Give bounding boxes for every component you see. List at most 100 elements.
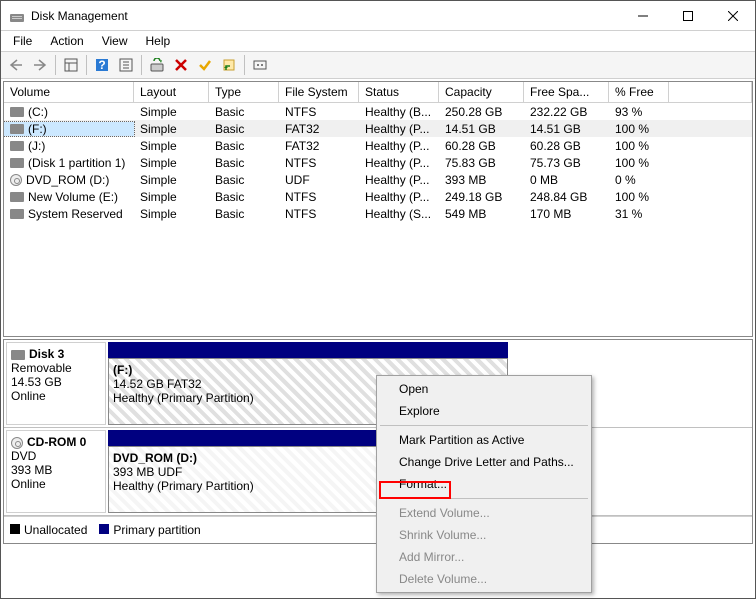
column-headers: Volume Layout Type File System Status Ca… <box>4 82 752 103</box>
help-button[interactable]: ? <box>91 54 113 76</box>
col-spacer <box>669 82 752 102</box>
volume-fs: FAT32 <box>279 122 359 136</box>
volume-free: 75.73 GB <box>524 156 609 170</box>
svg-text:?: ? <box>98 58 105 72</box>
col-type[interactable]: Type <box>209 82 279 102</box>
volume-capacity: 549 MB <box>439 207 524 221</box>
menu-item-add-mirror: Add Mirror... <box>379 546 589 568</box>
disk-state: Online <box>11 389 46 403</box>
col-status[interactable]: Status <box>359 82 439 102</box>
disk-size: 14.53 GB <box>11 375 62 389</box>
context-menu: OpenExplore Mark Partition as ActiveChang… <box>376 375 592 593</box>
volume-layout: Simple <box>134 207 209 221</box>
volume-type: Basic <box>209 173 279 187</box>
col-layout[interactable]: Layout <box>134 82 209 102</box>
show-hide-button[interactable] <box>60 54 82 76</box>
disk-kind: DVD <box>11 449 36 463</box>
volume-name: (C:) <box>28 105 48 119</box>
volume-fs: NTFS <box>279 190 359 204</box>
delete-button[interactable] <box>170 54 192 76</box>
menu-action[interactable]: Action <box>42 32 91 50</box>
menu-item-open[interactable]: Open <box>379 378 589 400</box>
rescan-button[interactable] <box>146 54 168 76</box>
disk-info[interactable]: CD-ROM 0DVD393 MBOnline <box>6 430 106 513</box>
col-volume[interactable]: Volume <box>4 82 134 102</box>
partition-size: 14.52 GB FAT32 <box>113 377 202 391</box>
volume-fs: FAT32 <box>279 139 359 153</box>
col-pctfree[interactable]: % Free <box>609 82 669 102</box>
disk-icon <box>10 158 24 168</box>
toolbar-separator <box>244 55 245 75</box>
back-button[interactable] <box>5 54 27 76</box>
volume-status: Healthy (P... <box>359 156 439 170</box>
volume-capacity: 60.28 GB <box>439 139 524 153</box>
new-button[interactable] <box>218 54 240 76</box>
volume-fs: NTFS <box>279 156 359 170</box>
volume-row[interactable]: DVD_ROM (D:)SimpleBasicUDFHealthy (P...3… <box>4 171 752 188</box>
volume-name: (F:) <box>28 122 47 136</box>
minimize-button[interactable] <box>620 1 665 31</box>
menu-item-shrink-volume: Shrink Volume... <box>379 524 589 546</box>
volume-row[interactable]: (F:)SimpleBasicFAT32Healthy (P...14.51 G… <box>4 120 752 137</box>
properties-button[interactable] <box>194 54 216 76</box>
menu-separator <box>380 498 588 499</box>
volume-row[interactable]: (C:)SimpleBasicNTFSHealthy (B...250.28 G… <box>4 103 752 120</box>
volume-free: 0 MB <box>524 173 609 187</box>
window-title: Disk Management <box>31 9 620 23</box>
menu-help[interactable]: Help <box>138 32 179 50</box>
disk-size: 393 MB <box>11 463 52 477</box>
menu-item-change-drive-letter-and-paths[interactable]: Change Drive Letter and Paths... <box>379 451 589 473</box>
disk-name: CD-ROM 0 <box>27 435 86 449</box>
partition-label: DVD_ROM (D:) <box>113 451 197 465</box>
volume-status: Healthy (P... <box>359 139 439 153</box>
volume-pct: 100 % <box>609 156 669 170</box>
menu-item-format[interactable]: Format... <box>379 473 589 495</box>
volume-name: System Reserved <box>28 207 123 221</box>
volume-type: Basic <box>209 122 279 136</box>
partition-header <box>108 342 508 358</box>
volume-row[interactable]: System ReservedSimpleBasicNTFSHealthy (S… <box>4 205 752 222</box>
disk-icon <box>10 141 24 151</box>
volume-status: Healthy (S... <box>359 207 439 221</box>
volume-capacity: 393 MB <box>439 173 524 187</box>
settings-button[interactable] <box>249 54 271 76</box>
volume-free: 170 MB <box>524 207 609 221</box>
toolbar-separator <box>141 55 142 75</box>
menu-item-mark-partition-as-active[interactable]: Mark Partition as Active <box>379 429 589 451</box>
col-capacity[interactable]: Capacity <box>439 82 524 102</box>
volume-status: Healthy (P... <box>359 173 439 187</box>
close-button[interactable] <box>710 1 755 31</box>
forward-button[interactable] <box>29 54 51 76</box>
volume-layout: Simple <box>134 156 209 170</box>
volume-name: New Volume (E:) <box>28 190 118 204</box>
title-bar: Disk Management <box>1 1 755 31</box>
col-filesystem[interactable]: File System <box>279 82 359 102</box>
disk-kind: Removable <box>11 361 72 375</box>
legend-unallocated: Unallocated <box>10 523 87 537</box>
legend-primary: Primary partition <box>99 523 200 537</box>
disk-icon <box>10 209 24 219</box>
volume-pct: 100 % <box>609 139 669 153</box>
partition-label: (F:) <box>113 363 132 377</box>
volume-free: 60.28 GB <box>524 139 609 153</box>
col-freespace[interactable]: Free Spa... <box>524 82 609 102</box>
volume-type: Basic <box>209 105 279 119</box>
volume-row[interactable]: New Volume (E:)SimpleBasicNTFSHealthy (P… <box>4 188 752 205</box>
volume-name: (J:) <box>28 139 45 153</box>
menu-file[interactable]: File <box>5 32 40 50</box>
toolbar-separator <box>55 55 56 75</box>
refresh-button[interactable] <box>115 54 137 76</box>
partition-status: Healthy (Primary Partition) <box>113 391 254 405</box>
disk-info[interactable]: Disk 3Removable14.53 GBOnline <box>6 342 106 425</box>
menu-view[interactable]: View <box>94 32 136 50</box>
volume-row[interactable]: (Disk 1 partition 1)SimpleBasicNTFSHealt… <box>4 154 752 171</box>
volume-type: Basic <box>209 207 279 221</box>
volume-name: DVD_ROM (D:) <box>26 173 109 187</box>
volume-status: Healthy (B... <box>359 105 439 119</box>
volume-pct: 100 % <box>609 190 669 204</box>
maximize-button[interactable] <box>665 1 710 31</box>
menu-item-explore[interactable]: Explore <box>379 400 589 422</box>
volume-row[interactable]: (J:)SimpleBasicFAT32Healthy (P...60.28 G… <box>4 137 752 154</box>
menu-separator <box>380 425 588 426</box>
volume-capacity: 250.28 GB <box>439 105 524 119</box>
